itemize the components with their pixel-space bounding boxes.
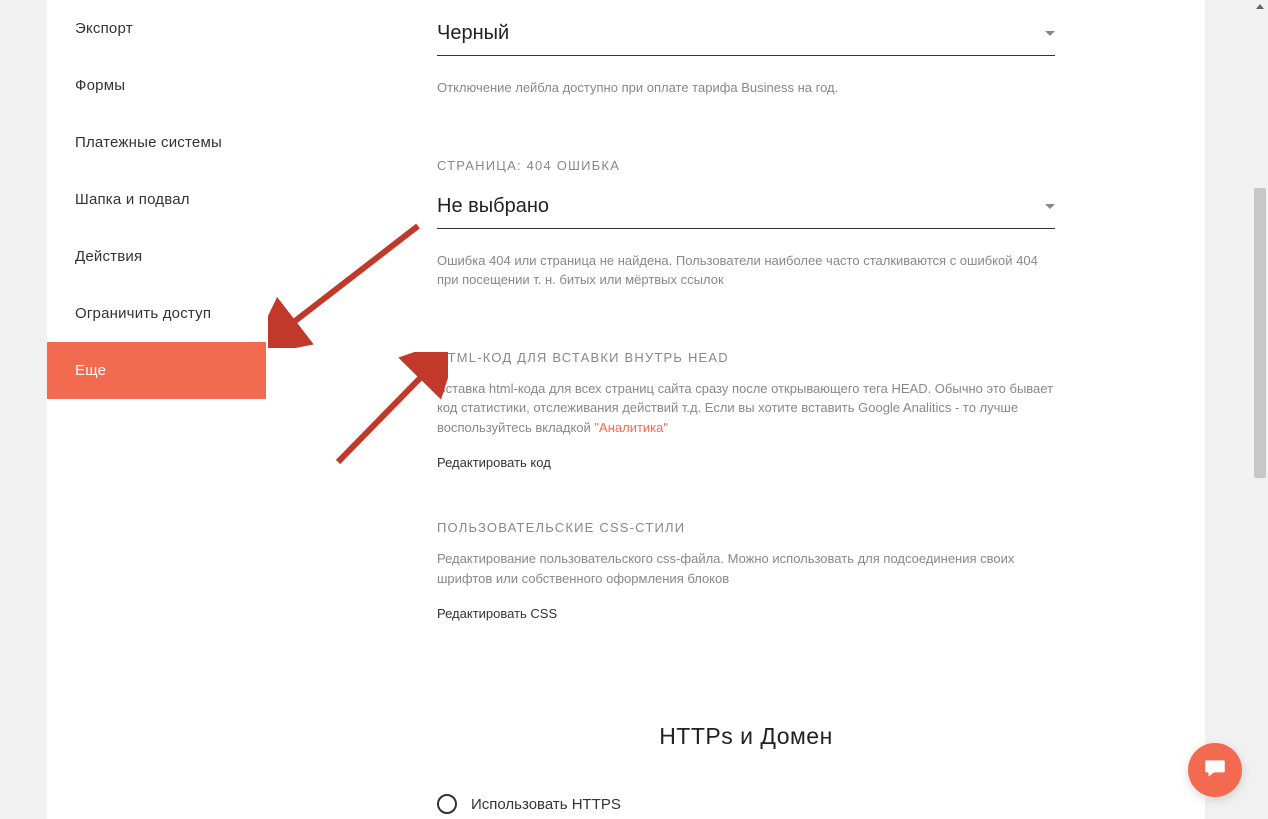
https-radio[interactable] — [437, 794, 457, 814]
sidebar-item-payments[interactable]: Платежные системы — [47, 114, 266, 171]
https-option-row[interactable]: Использовать HTTPS — [437, 794, 1055, 814]
sidebar-item-restrict-access[interactable]: Ограничить доступ — [47, 285, 266, 342]
https-radio-label: Использовать HTTPS — [471, 796, 621, 813]
settings-page: Экспорт Формы Платежные системы Шапка и … — [47, 0, 1205, 819]
label-color-block: Черный Отключение лейбла доступно при оп… — [437, 0, 1055, 98]
https-heading: HTTPs и Домен — [437, 723, 1055, 750]
chat-button[interactable] — [1188, 743, 1242, 797]
scroll-up-icon — [1256, 4, 1264, 9]
page404-value: Не выбрано — [437, 195, 549, 218]
main-content: Черный Отключение лейбла доступно при оп… — [267, 0, 1205, 819]
page404-block: СТРАНИЦА: 404 ОШИБКА Не выбрано Ошибка 4… — [437, 158, 1055, 290]
label-color-help: Отключение лейбла доступно при оплате та… — [437, 78, 1055, 98]
chevron-down-icon — [1045, 204, 1055, 209]
chat-icon — [1202, 755, 1228, 786]
page404-section-label: СТРАНИЦА: 404 ОШИБКА — [437, 158, 1055, 173]
sidebar-item-forms[interactable]: Формы — [47, 57, 266, 114]
css-help: Редактирование пользовательского css-фай… — [437, 549, 1055, 588]
https-block: HTTPs и Домен Использовать HTTPS — [437, 723, 1055, 814]
edit-head-code-link[interactable]: Редактировать код — [437, 455, 551, 470]
sidebar-item-header-footer[interactable]: Шапка и подвал — [47, 171, 266, 228]
page404-help: Ошибка 404 или страница не найдена. Поль… — [437, 251, 1055, 290]
browser-scrollbar[interactable] — [1252, 0, 1268, 819]
head-html-help: Вставка html-кода для всех страниц сайта… — [437, 379, 1055, 438]
sidebar-item-export[interactable]: Экспорт — [47, 0, 266, 57]
edit-css-link[interactable]: Редактировать CSS — [437, 606, 557, 621]
chevron-down-icon — [1045, 31, 1055, 36]
css-section-label: ПОЛЬЗОВАТЕЛЬСКИЕ CSS-СТИЛИ — [437, 520, 1055, 535]
label-color-select[interactable]: Черный — [437, 14, 1055, 56]
css-block: ПОЛЬЗОВАТЕЛЬСКИЕ CSS-СТИЛИ Редактировани… — [437, 520, 1055, 623]
sidebar-item-actions[interactable]: Действия — [47, 228, 266, 285]
head-html-block: HTML-КОД ДЛЯ ВСТАВКИ ВНУТРЬ HEAD Вставка… — [437, 350, 1055, 473]
page404-select[interactable]: Не выбрано — [437, 187, 1055, 229]
head-html-help-text: Вставка html-кода для всех страниц сайта… — [437, 381, 1053, 435]
scrollbar-thumb[interactable] — [1254, 188, 1266, 478]
analytics-link[interactable]: "Аналитика" — [594, 420, 668, 435]
sidebar-item-more[interactable]: Еще — [47, 342, 266, 399]
label-color-value: Черный — [437, 22, 509, 45]
sidebar: Экспорт Формы Платежные системы Шапка и … — [47, 0, 267, 819]
head-html-section-label: HTML-КОД ДЛЯ ВСТАВКИ ВНУТРЬ HEAD — [437, 350, 1055, 365]
